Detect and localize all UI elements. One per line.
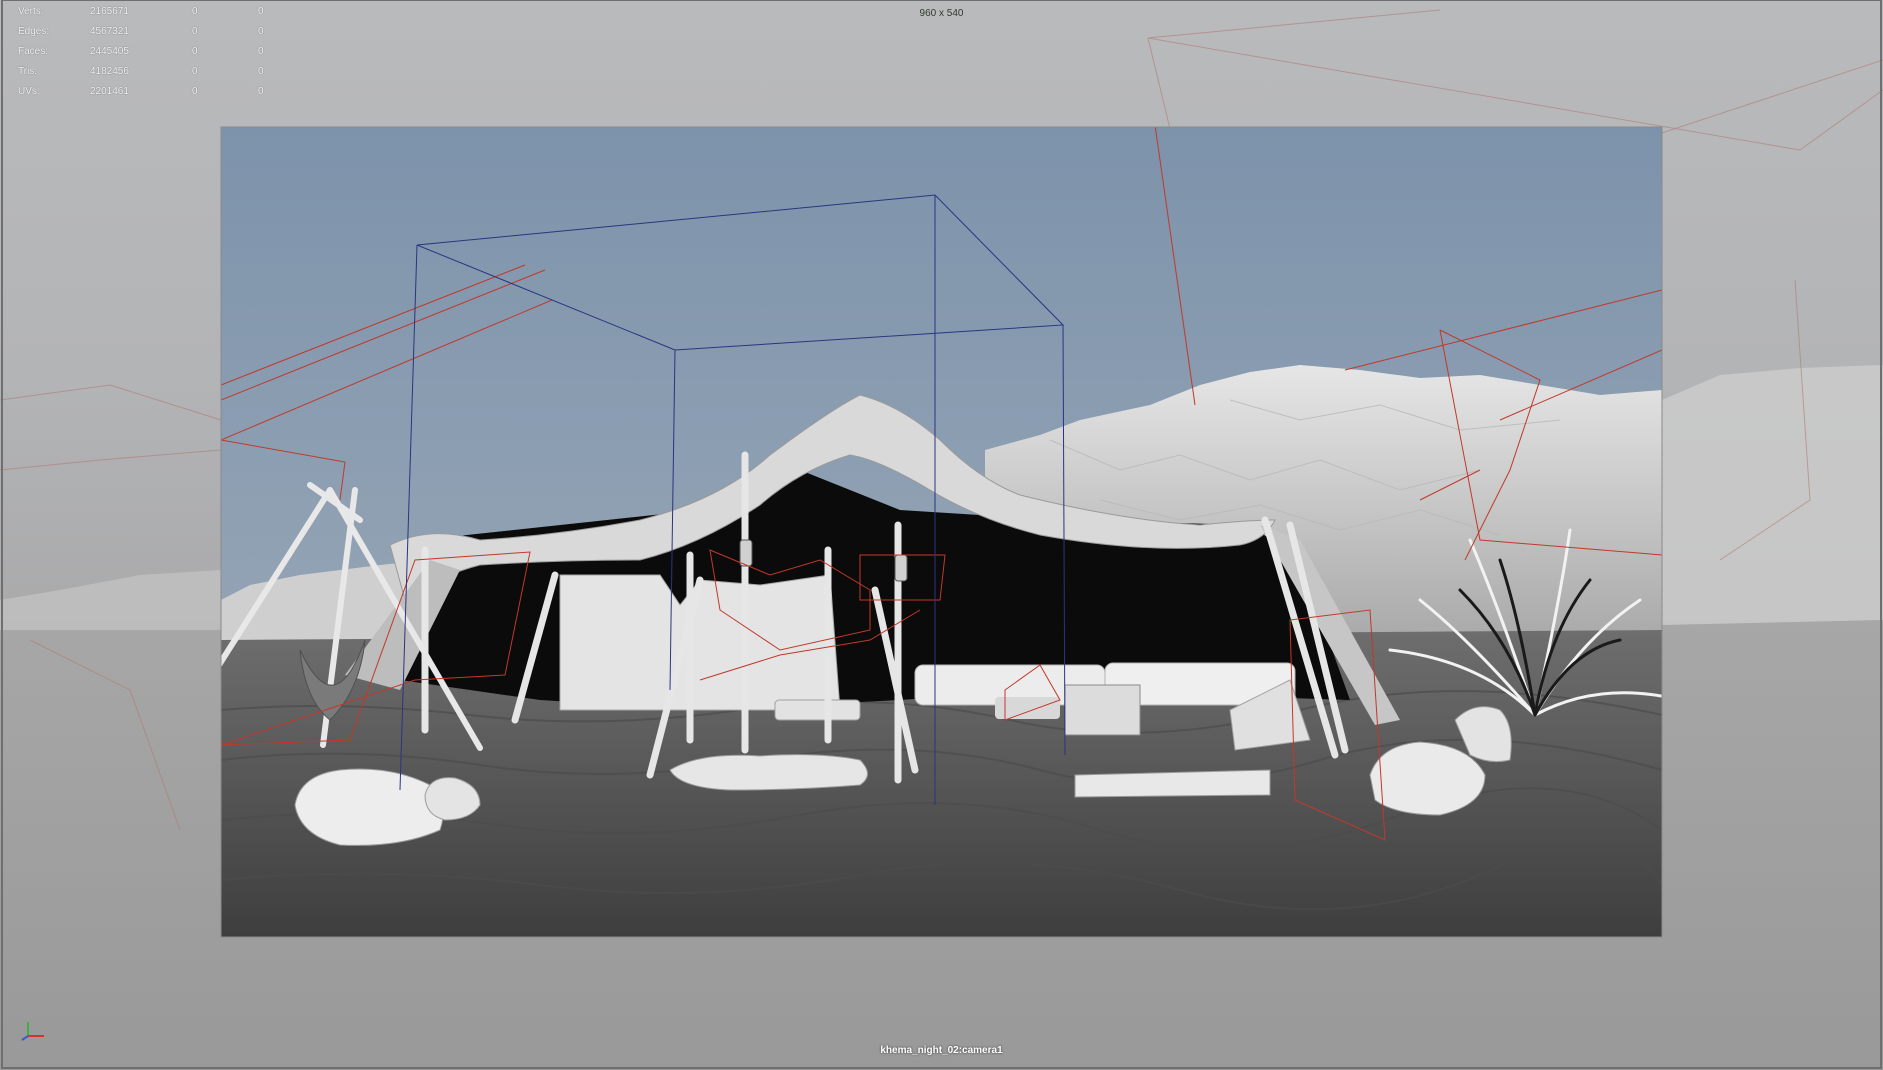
stone-seats — [1074, 769, 1271, 798]
hud-value: 2445405 — [90, 46, 129, 57]
hud-value: 2201461 — [90, 86, 129, 97]
fire-pit-stones — [669, 754, 868, 791]
tent-curtain — [559, 574, 841, 711]
hud-label: Faces: — [18, 46, 49, 57]
hud-value: 4182456 — [90, 66, 129, 77]
hud-selected-2: 0 — [258, 66, 264, 77]
resolution-gate-label: 960 x 540 — [919, 8, 964, 19]
hud-label: Tris: — [18, 66, 38, 77]
hud-selected: 0 — [192, 66, 198, 77]
hud-row-uvs: UVs: 2201461 0 0 — [18, 82, 298, 102]
hud-selected: 0 — [192, 26, 198, 37]
hud-row-faces: Faces: 2445405 0 0 — [18, 42, 298, 62]
hud-selected: 0 — [192, 46, 198, 57]
hud-value: 4567321 — [90, 26, 129, 37]
hud-selected-2: 0 — [258, 26, 264, 37]
hud-label: Edges: — [18, 26, 50, 37]
xyz-axis-gizmo-icon — [21, 1022, 44, 1041]
hud-row-tris: Tris: 4182456 0 0 — [18, 62, 298, 82]
render-gate — [221, 127, 1662, 937]
maya-viewport[interactable]: Verts: 2165671 0 0 Edges: 4567321 0 0 Fa… — [0, 0, 1883, 1070]
outer-hill-left — [0, 570, 221, 630]
hud-row-edges: Edges: 4567321 0 0 — [18, 22, 298, 42]
rock-left — [294, 768, 444, 846]
camera-name-label: khema_night_02:camera1 — [880, 1045, 1003, 1056]
hud-selected-2: 0 — [258, 46, 264, 57]
hud-label: UVs: — [18, 86, 40, 97]
low-table — [774, 699, 861, 721]
hud-selected: 0 — [192, 86, 198, 97]
hud-selected-2: 0 — [258, 86, 264, 97]
scene-render[interactable] — [0, 0, 1883, 1070]
side-table — [1064, 684, 1141, 736]
outer-hill-right — [1662, 365, 1883, 625]
